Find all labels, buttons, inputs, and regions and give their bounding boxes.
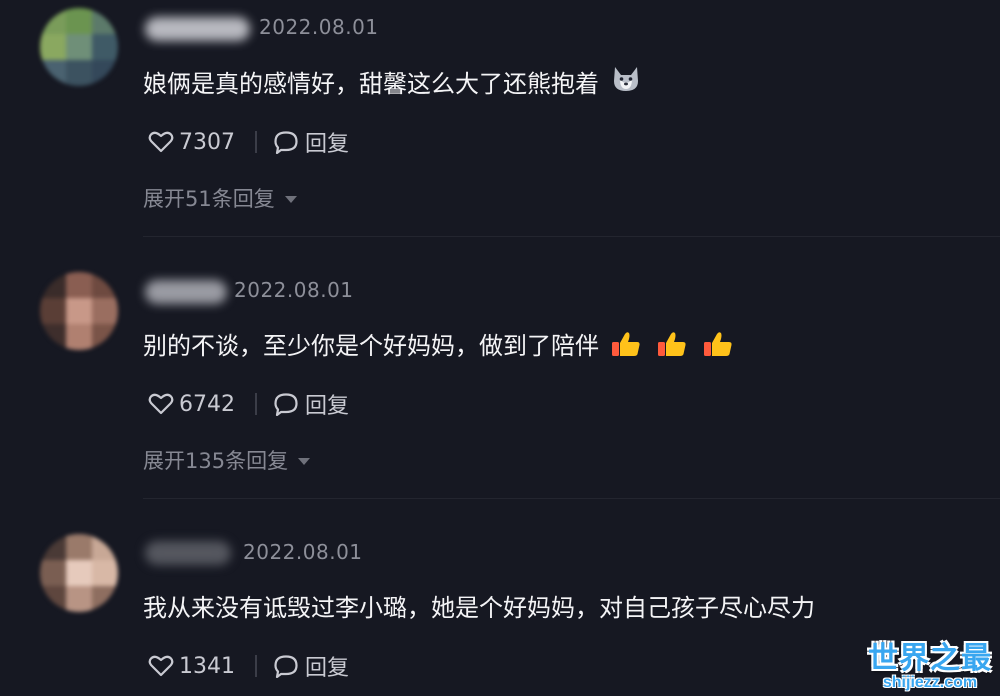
thumbs-up-icon (611, 331, 640, 357)
avatar[interactable] (40, 8, 118, 86)
username-blurred[interactable] (145, 541, 231, 565)
reply-button[interactable]: 回复 (305, 126, 349, 158)
comment-text-content: 我从来没有诋毁过李小璐，她是个好妈妈，对自己孩子尽心尽力 (143, 594, 815, 622)
chevron-down-icon (284, 195, 297, 203)
expand-replies-button[interactable]: 展开135条回复 (143, 445, 311, 475)
like-count: 7307 (179, 129, 235, 155)
comment-date: 2022.08.01 (243, 540, 363, 564)
reply-bubble-icon[interactable] (273, 392, 299, 417)
comment-actions: 6742 回复 (148, 389, 349, 419)
thumbs-up-icon (657, 331, 686, 357)
thumbs-up-icon (703, 331, 732, 357)
comment-text: 娘俩是真的感情好，甜馨这么大了还熊抱着 (143, 64, 641, 99)
comment-date: 2022.08.01 (234, 278, 354, 302)
reply-button[interactable]: 回复 (305, 388, 349, 420)
comment-date: 2022.08.01 (259, 15, 379, 39)
avatar[interactable] (40, 534, 118, 612)
comment-actions: 1341 回复 (148, 651, 349, 681)
reply-bubble-icon[interactable] (273, 130, 299, 155)
divider (255, 131, 257, 153)
expand-replies-button[interactable]: 展开51条回复 (143, 183, 297, 213)
avatar[interactable] (40, 272, 118, 350)
heart-icon[interactable] (148, 392, 174, 416)
comment-actions: 7307 回复 (148, 127, 349, 157)
like-count: 6742 (179, 391, 235, 417)
reply-bubble-icon[interactable] (273, 654, 299, 679)
username-blurred[interactable] (145, 280, 227, 304)
divider (255, 393, 257, 415)
comment-text-content: 别的不谈，至少你是个好妈妈，做到了陪伴 (143, 332, 599, 360)
watermark-title: 世界之最 (868, 641, 992, 676)
comment-divider (143, 236, 1000, 237)
comment-text: 我从来没有诋毁过李小璐，她是个好妈妈，对自己孩子尽心尽力 (143, 588, 815, 623)
divider (255, 655, 257, 677)
heart-icon[interactable] (148, 654, 174, 678)
watermark-logo: 世界之最 shijiezz.com (868, 642, 992, 692)
heart-icon[interactable] (148, 130, 174, 154)
comment-text-content: 娘俩是真的感情好，甜馨这么大了还熊抱着 (143, 70, 599, 98)
expand-replies-label: 展开51条回复 (143, 187, 275, 211)
watermark-url: shijiezz.com (882, 674, 978, 691)
reply-button[interactable]: 回复 (305, 650, 349, 682)
username-blurred[interactable] (145, 17, 250, 41)
husky-face-icon (611, 65, 641, 99)
chevron-down-icon (298, 457, 311, 465)
comment-text: 别的不谈，至少你是个好妈妈，做到了陪伴 (143, 326, 732, 361)
like-count: 1341 (179, 653, 235, 679)
expand-replies-label: 展开135条回复 (143, 449, 289, 473)
comment-divider (143, 498, 1000, 499)
